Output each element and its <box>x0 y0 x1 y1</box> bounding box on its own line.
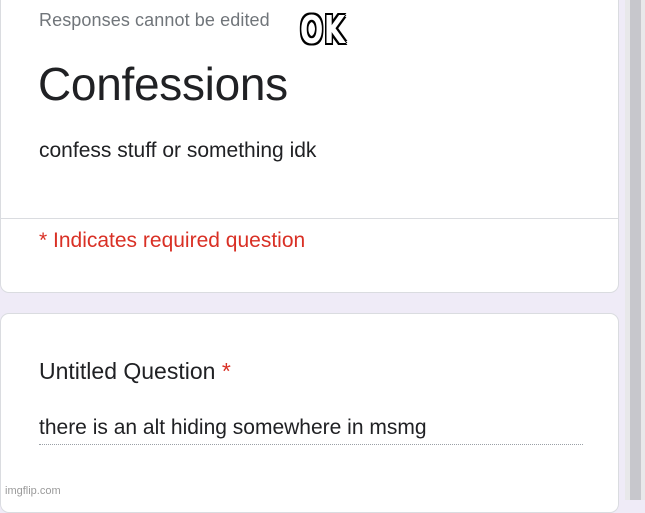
form-description: confess stuff or something idk <box>39 139 317 162</box>
imgflip-watermark: imgflip.com <box>5 485 61 497</box>
question-title: Untitled Question * <box>39 358 231 385</box>
header-divider <box>1 218 618 219</box>
required-asterisk: * <box>221 358 231 384</box>
scrollbar-thumb[interactable] <box>630 0 641 500</box>
form-title: Confessions <box>38 58 288 110</box>
meme-caption: OK <box>300 8 346 52</box>
question-title-text: Untitled Question <box>39 358 216 384</box>
answer-underline <box>39 444 583 445</box>
answer-field[interactable]: there is an alt hiding somewhere in msmg <box>39 416 427 440</box>
question-card: Untitled Question * there is an alt hidi… <box>0 313 619 513</box>
responses-notice: Responses cannot be edited <box>39 10 270 30</box>
scrollbar-track[interactable] <box>625 0 645 500</box>
required-question-note: * Indicates required question <box>39 229 306 252</box>
